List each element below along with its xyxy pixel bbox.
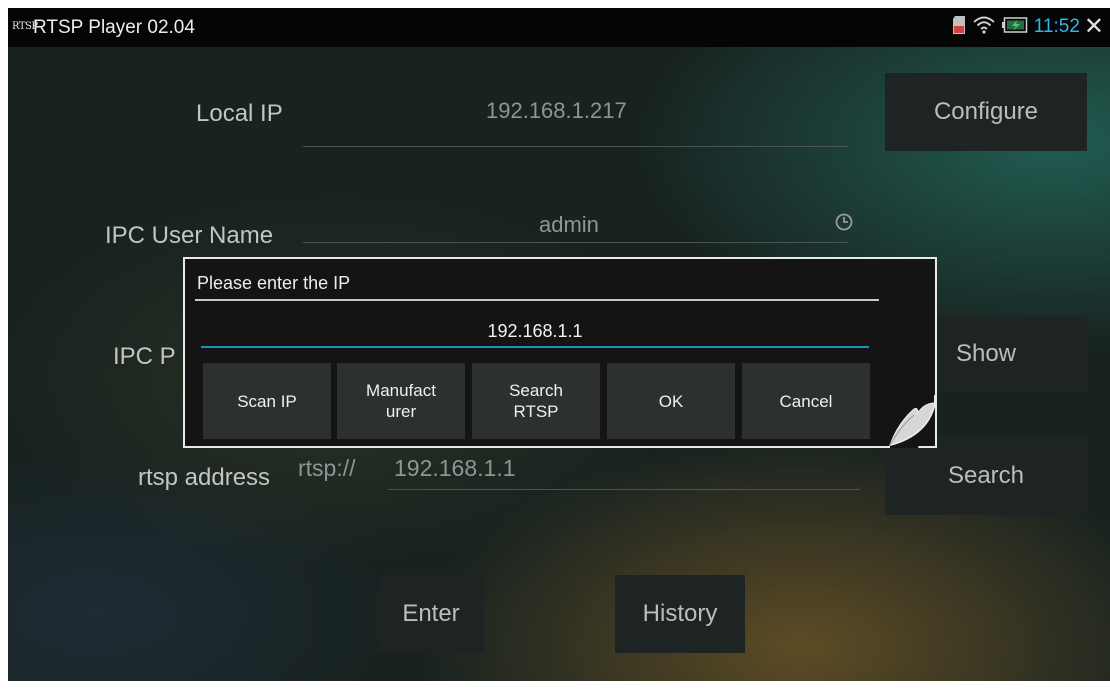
rtsp-address-label: rtsp address — [138, 464, 271, 491]
clock: 11:52 — [1033, 16, 1080, 37]
status-icons: 11:52 ✕ — [952, 15, 1104, 40]
local-ip-label: Local IP — [196, 100, 283, 127]
ok-button[interactable]: OK — [607, 363, 735, 439]
local-ip-value: 192.168.1.217 — [486, 98, 627, 123]
local-ip-underline — [303, 146, 848, 147]
user-name-value[interactable]: admin — [539, 212, 599, 238]
dialog-title-divider — [195, 299, 879, 301]
rtsp-prefix: rtsp:// — [298, 455, 356, 481]
password-label: IPC P — [113, 343, 176, 370]
enter-ip-dialog: Please enter the IP Scan IP Manufact ure… — [183, 257, 937, 448]
manufacturer-button[interactable]: Manufact urer — [337, 363, 465, 439]
rtsp-address-underline — [388, 489, 860, 490]
search-rtsp-button[interactable]: Search RTSP — [472, 363, 600, 439]
ip-input[interactable] — [201, 317, 869, 345]
configure-button[interactable]: Configure — [885, 73, 1087, 151]
page-curl-decoration — [889, 395, 936, 448]
app-screen: RTSP RTSP Player 02.04 11:52 ✕ Local IP … — [8, 8, 1110, 681]
history-button[interactable]: History — [615, 575, 745, 653]
app-title: RTSP Player 02.04 — [33, 17, 195, 38]
scan-ip-button[interactable]: Scan IP — [203, 363, 331, 439]
status-bar: RTSP RTSP Player 02.04 11:52 ✕ — [8, 8, 1110, 47]
enter-button[interactable]: Enter — [378, 575, 484, 653]
user-name-label: IPC User Name — [105, 222, 274, 249]
close-icon[interactable]: ✕ — [1084, 15, 1104, 39]
history-clock-icon[interactable] — [834, 212, 854, 237]
cancel-button[interactable]: Cancel — [742, 363, 870, 439]
battery-charging-icon — [1001, 16, 1028, 38]
user-name-underline — [303, 242, 848, 243]
dialog-title: Please enter the IP — [197, 273, 351, 293]
rtsp-address-value[interactable]: 192.168.1.1 — [394, 455, 516, 482]
sd-card-icon — [952, 15, 966, 40]
wifi-icon — [972, 15, 996, 40]
ip-input-underline — [201, 346, 869, 348]
